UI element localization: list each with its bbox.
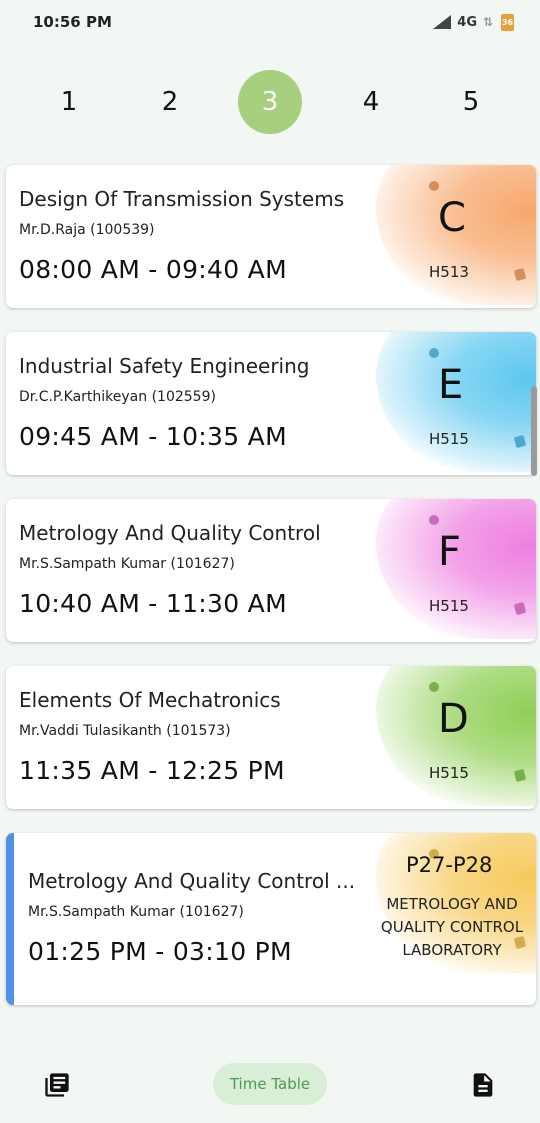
battery-icon: 36: [501, 13, 514, 31]
status-bar: 10:56 PM 4G ⇅ 36: [0, 0, 540, 44]
library-books-icon[interactable]: [43, 1071, 71, 1099]
class-section: C: [438, 195, 466, 241]
signal-icon: [433, 15, 452, 29]
class-section: E: [438, 362, 464, 408]
class-time: 01:25 PM - 03:10 PM: [28, 937, 292, 966]
lab-name: METROLOGY AND QUALITY CONTROL LABORATORY: [380, 895, 524, 959]
class-section: D: [438, 696, 469, 742]
day-tab-3[interactable]: 3: [238, 70, 302, 134]
lab-class-card[interactable]: Metrology And Quality Control ... Mr.S.S…: [6, 833, 536, 1005]
class-teacher: Mr.S.Sampath Kumar (101627): [19, 556, 235, 572]
class-card[interactable]: Metrology And Quality Control Mr.S.Sampa…: [6, 499, 536, 642]
data-arrows-icon: ⇅: [483, 15, 494, 29]
class-room: H515: [429, 597, 469, 615]
class-card[interactable]: Design Of Transmission Systems Mr.D.Raja…: [6, 165, 536, 308]
class-room: H513: [429, 263, 469, 281]
day-tab-2[interactable]: 2: [138, 70, 202, 134]
day-tab-5[interactable]: 5: [439, 70, 503, 134]
class-time: 10:40 AM - 11:30 AM: [19, 589, 287, 618]
status-indicators: 4G ⇅ 36: [433, 13, 514, 31]
class-time: 11:35 AM - 12:25 PM: [19, 756, 285, 785]
lab-accent-bar: [6, 833, 14, 1005]
class-subject: Industrial Safety Engineering: [19, 354, 310, 378]
class-subject: Metrology And Quality Control: [19, 521, 321, 545]
class-card[interactable]: Elements Of Mechatronics Mr.Vaddi Tulasi…: [6, 666, 536, 809]
status-time: 10:56 PM: [33, 13, 112, 31]
class-subject: Metrology And Quality Control ...: [28, 869, 356, 893]
class-teacher: Mr.Vaddi Tulasikanth (101573): [19, 723, 231, 739]
day-selector: 1 2 3 4 5: [0, 70, 540, 134]
bottom-navigation: Time Table: [0, 1045, 540, 1123]
class-room: H515: [429, 764, 469, 782]
class-time: 09:45 AM - 10:35 AM: [19, 422, 287, 451]
class-room: H515: [429, 430, 469, 448]
class-teacher: Dr.C.P.Karthikeyan (102559): [19, 389, 216, 405]
document-icon[interactable]: [469, 1071, 497, 1099]
decoration-dot-icon: [429, 348, 439, 358]
class-subject: Elements Of Mechatronics: [19, 688, 281, 712]
decoration-dot-icon: [429, 181, 439, 191]
class-teacher: Mr.D.Raja (100539): [19, 222, 155, 238]
class-subject: Design Of Transmission Systems: [19, 187, 345, 211]
day-tab-4[interactable]: 4: [339, 70, 403, 134]
class-time: 08:00 AM - 09:40 AM: [19, 255, 287, 284]
decoration-dot-icon: [429, 682, 439, 692]
day-tab-1[interactable]: 1: [37, 70, 101, 134]
class-section: F: [438, 529, 462, 575]
scrollbar-thumb[interactable]: [531, 386, 537, 476]
network-type: 4G: [457, 14, 477, 30]
class-teacher: Mr.S.Sampath Kumar (101627): [28, 904, 244, 920]
decoration-dot-icon: [429, 515, 439, 525]
class-card[interactable]: Industrial Safety Engineering Dr.C.P.Kar…: [6, 332, 536, 475]
lab-period: P27-P28: [406, 853, 493, 877]
time-table-button[interactable]: Time Table: [213, 1063, 327, 1105]
